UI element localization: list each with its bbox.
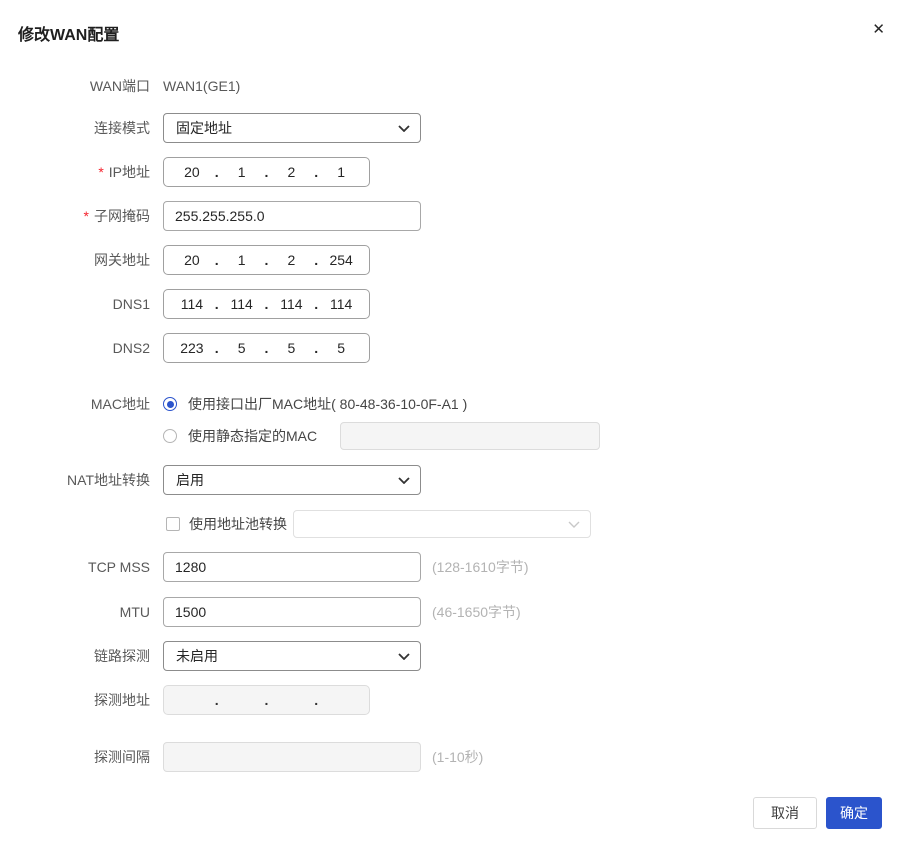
octet-separator: . (314, 692, 319, 708)
close-icon[interactable]: ✕ (872, 21, 885, 39)
gateway-octet-4[interactable]: 254 (319, 252, 363, 268)
dns1-label: DNS1 (112, 296, 150, 312)
mtu-label: MTU (119, 604, 150, 620)
gateway-label: 网关地址 (94, 252, 150, 268)
dns2-octet-1[interactable]: 223 (170, 340, 214, 356)
gateway-octet-2[interactable]: 1 (220, 252, 264, 268)
ip-octet-2[interactable]: 1 (220, 164, 264, 180)
netmask-input[interactable]: 255.255.255.0 (163, 201, 421, 231)
octet-separator: . (214, 692, 219, 708)
radio-unselected-icon[interactable] (163, 429, 177, 443)
cancel-button[interactable]: 取消 (753, 797, 817, 829)
row-tcp-mss: TCP MSS 1280 (128-1610字节) (0, 552, 906, 582)
row-address-pool: 使用地址池转换 (0, 510, 906, 538)
nat-label: NAT地址转换 (67, 472, 150, 488)
link-detect-select[interactable]: 未启用 (163, 641, 421, 671)
detect-address-input: . . . (163, 685, 370, 715)
ip-octet-1[interactable]: 20 (170, 164, 214, 180)
link-detect-label: 链路探测 (94, 648, 150, 664)
required-marker: * (83, 208, 89, 224)
dns1-octet-3[interactable]: 114 (270, 296, 314, 312)
address-pool-select (293, 510, 591, 538)
connection-mode-value: 固定地址 (176, 120, 232, 136)
ip-address-input[interactable]: 20 . 1 . 2 . 1 (163, 157, 370, 187)
chevron-down-icon (398, 471, 410, 489)
connection-mode-label: 连接模式 (94, 120, 150, 136)
gateway-input[interactable]: 20 . 1 . 2 . 254 (163, 245, 370, 275)
mac-factory-option-label: 使用接口出厂MAC地址( 80-48-36-10-0F-A1 ) (188, 396, 468, 412)
detect-interval-hint: (1-10秒) (432, 749, 484, 765)
row-detect-address: 探测地址 . . . (0, 685, 906, 715)
wan-port-label: WAN端口 (89, 78, 150, 94)
detect-interval-input (163, 742, 421, 772)
wan-port-value: WAN1(GE1) (163, 78, 241, 94)
gateway-octet-1[interactable]: 20 (170, 252, 214, 268)
row-detect-interval: 探测间隔 (1-10秒) (0, 742, 906, 772)
chevron-down-icon (398, 647, 410, 665)
chevron-down-icon (568, 515, 580, 533)
mac-static-input (340, 422, 601, 450)
nat-value: 启用 (176, 472, 204, 488)
chevron-down-icon (398, 119, 410, 137)
ip-octet-4[interactable]: 1 (319, 164, 363, 180)
wan-config-dialog: 修改WAN配置 ✕ WAN端口 WAN1(GE1) 连接模式 固定地址 * IP地… (0, 0, 906, 851)
address-pool-checkbox[interactable] (166, 517, 180, 531)
row-gateway: 网关地址 20 . 1 . 2 . 254 (0, 245, 906, 275)
dns2-input[interactable]: 223 . 5 . 5 . 5 (163, 333, 370, 363)
dns2-label: DNS2 (112, 340, 150, 356)
detect-address-label: 探测地址 (94, 692, 150, 708)
tcp-mss-hint: (128-1610字节) (432, 559, 529, 575)
tcp-mss-label: TCP MSS (88, 559, 150, 575)
row-link-detect: 链路探测 未启用 (0, 641, 906, 671)
address-pool-label: 使用地址池转换 (189, 516, 287, 532)
dialog-footer: 取消 确定 (753, 797, 882, 829)
dns2-octet-2[interactable]: 5 (220, 340, 264, 356)
ip-address-label: IP地址 (108, 164, 150, 180)
dialog-title: 修改WAN配置 (18, 27, 120, 44)
netmask-label: 子网掩码 (94, 208, 150, 224)
dns1-octet-1[interactable]: 114 (170, 296, 214, 312)
row-wan-port: WAN端口 WAN1(GE1) (0, 71, 906, 101)
link-detect-value: 未启用 (176, 648, 218, 664)
mac-factory-option[interactable]: 使用接口出厂MAC地址( 80-48-36-10-0F-A1 ) (163, 396, 600, 412)
detect-interval-label: 探测间隔 (94, 749, 150, 765)
row-dns2: DNS2 223 . 5 . 5 . 5 (0, 333, 906, 363)
row-netmask: * 子网掩码 255.255.255.0 (0, 201, 906, 231)
dns1-octet-4[interactable]: 114 (319, 296, 363, 312)
row-connection-mode: 连接模式 固定地址 (0, 113, 906, 143)
row-ip-address: * IP地址 20 . 1 . 2 . 1 (0, 157, 906, 187)
tcp-mss-input[interactable]: 1280 (163, 552, 421, 582)
mac-address-label: MAC地址 (90, 396, 150, 412)
dns2-octet-4[interactable]: 5 (319, 340, 363, 356)
nat-select[interactable]: 启用 (163, 465, 421, 495)
octet-separator: . (264, 692, 269, 708)
required-marker: * (98, 164, 104, 180)
ok-button[interactable]: 确定 (826, 797, 882, 829)
connection-mode-select[interactable]: 固定地址 (163, 113, 421, 143)
dns1-input[interactable]: 114 . 114 . 114 . 114 (163, 289, 370, 319)
dns2-octet-3[interactable]: 5 (270, 340, 314, 356)
row-nat: NAT地址转换 启用 (0, 465, 906, 495)
mac-static-option: 使用静态指定的MAC (163, 422, 601, 450)
ip-octet-3[interactable]: 2 (270, 164, 314, 180)
row-mac-address: MAC地址 使用接口出厂MAC地址( 80-48-36-10-0F-A1 ) 使… (0, 396, 906, 454)
mtu-hint: (46-1650字节) (432, 604, 521, 620)
mac-static-option-label: 使用静态指定的MAC (188, 428, 318, 444)
radio-selected-icon[interactable] (163, 397, 177, 411)
gateway-octet-3[interactable]: 2 (270, 252, 314, 268)
mtu-input[interactable]: 1500 (163, 597, 421, 627)
dns1-octet-2[interactable]: 114 (220, 296, 264, 312)
row-mtu: MTU 1500 (46-1650字节) (0, 597, 906, 627)
row-dns1: DNS1 114 . 114 . 114 . 114 (0, 289, 906, 319)
